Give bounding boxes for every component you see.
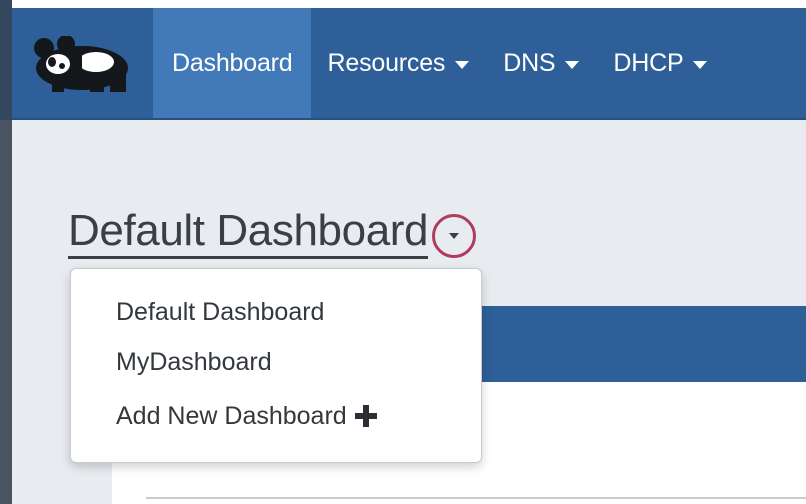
nav-menu: Dashboard Resources DNS DHCP <box>153 8 724 118</box>
nav-item-dashboard[interactable]: Dashboard <box>153 8 311 118</box>
window-edge <box>0 0 12 504</box>
app-window: Dashboard Resources DNS DHCP Default Das… <box>0 0 806 504</box>
main-content: Default Dashboard Default Dashboard MyDa… <box>12 120 806 504</box>
nav-item-dhcp[interactable]: DHCP <box>596 8 724 118</box>
nav-item-label: DHCP <box>613 48 684 77</box>
nav-item-label: Resources <box>327 48 446 77</box>
panda-logo-icon[interactable] <box>30 35 134 92</box>
window-edge-top <box>0 0 12 120</box>
plus-icon <box>354 405 377 427</box>
top-navbar: Dashboard Resources DNS DHCP <box>12 0 806 120</box>
dropdown-item-label: MyDashboard <box>116 347 272 376</box>
dropdown-item-label: Add New Dashboard <box>116 401 347 430</box>
navbar-top-border <box>12 0 806 8</box>
nav-item-label: Dashboard <box>172 48 293 77</box>
dropdown-item-default-dashboard[interactable]: Default Dashboard <box>71 289 481 335</box>
dashboard-dropdown-menu: Default Dashboard MyDashboard Add New Da… <box>70 268 482 463</box>
caret-down-icon <box>455 60 470 69</box>
panda-logo-svg <box>34 35 128 92</box>
nav-item-resources[interactable]: Resources <box>311 8 487 118</box>
nav-item-label: DNS <box>503 48 556 77</box>
page-title-row: Default Dashboard <box>68 206 477 259</box>
caret-down-icon <box>693 60 708 69</box>
nav-item-dns[interactable]: DNS <box>486 8 596 118</box>
page-title[interactable]: Default Dashboard <box>68 206 428 259</box>
dropdown-item-label: Default Dashboard <box>116 297 325 326</box>
dropdown-item-add-new-dashboard[interactable]: Add New Dashboard <box>71 389 481 443</box>
chevron-down-icon <box>449 232 460 239</box>
window-edge-bottom <box>0 120 12 504</box>
dropdown-item-mydashboard[interactable]: MyDashboard <box>71 335 481 389</box>
dashboard-switcher-toggle[interactable] <box>432 213 477 258</box>
divider <box>146 497 806 499</box>
caret-down-icon <box>565 60 580 69</box>
